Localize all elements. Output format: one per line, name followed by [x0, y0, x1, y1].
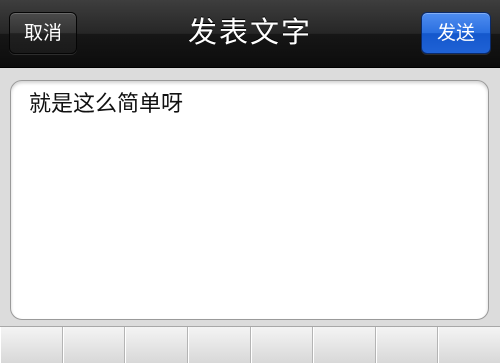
send-button[interactable]: 发送: [421, 12, 491, 54]
post-text-input[interactable]: 就是这么简单呀: [10, 80, 489, 320]
toolbar-cell-2[interactable]: [63, 327, 126, 363]
compose-area: 就是这么简单呀: [0, 68, 500, 326]
toolbar-cell-7[interactable]: [376, 327, 439, 363]
bottom-toolbar: [0, 326, 500, 363]
cancel-button[interactable]: 取消: [9, 12, 77, 54]
nav-bar: 取消 发表文字 发送: [0, 0, 500, 68]
page-title: 发表文字: [187, 15, 312, 49]
toolbar-cell-8[interactable]: [438, 327, 500, 363]
toolbar-cell-5[interactable]: [251, 327, 314, 363]
toolbar-cell-1[interactable]: [0, 327, 63, 363]
toolbar-cell-6[interactable]: [313, 327, 376, 363]
toolbar-cell-3[interactable]: [125, 327, 188, 363]
toolbar-cell-4[interactable]: [188, 327, 251, 363]
